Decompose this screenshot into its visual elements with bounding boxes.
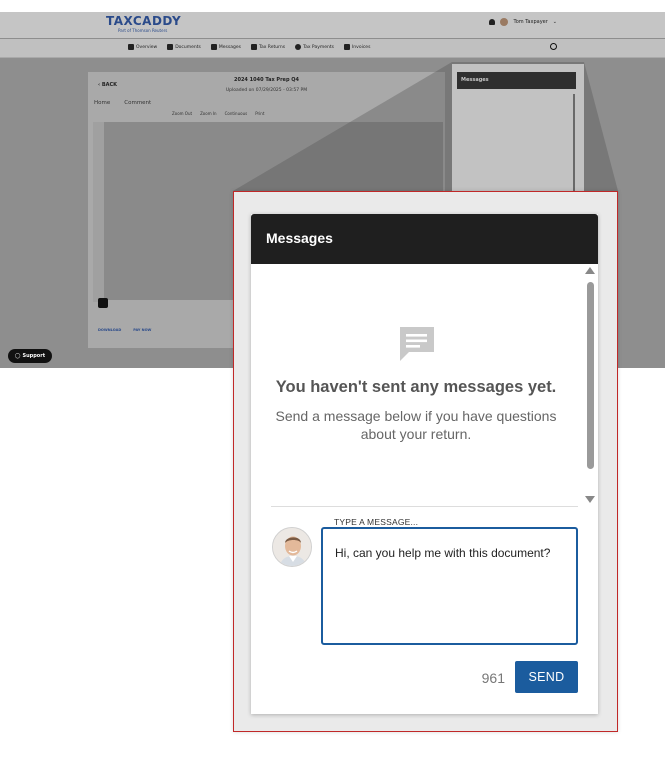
- taxcaddy-logo[interactable]: TAXCADDY Part of Thomson Reuters: [106, 14, 182, 34]
- continuous-button[interactable]: Continuous: [225, 111, 248, 119]
- nav-label: Tax Returns: [258, 44, 286, 50]
- document-title: 2024 1040 Tax Prep Q4: [234, 77, 299, 83]
- dollar-icon: [295, 44, 302, 50]
- zoom-callout: Messages You haven't sent any messages y…: [233, 191, 618, 732]
- scroll-down-arrow-icon[interactable]: [585, 496, 595, 503]
- chat-bubble-icon: ◯: [14, 353, 21, 359]
- nav-label: Overview: [136, 44, 158, 50]
- messages-panel-preview-title: Messages: [457, 72, 576, 89]
- print-button[interactable]: Print: [255, 111, 264, 119]
- user-avatar: [500, 18, 509, 26]
- documents-icon: [167, 44, 174, 50]
- chevron-down-icon: ⌄: [552, 19, 557, 25]
- support-label: Support: [22, 353, 46, 359]
- message-scrollbar[interactable]: [586, 280, 595, 489]
- messages-title: Messages: [266, 230, 333, 246]
- messages-icon: [210, 44, 217, 50]
- invoices-icon: [343, 44, 350, 50]
- message-input-label: TYPE A MESSAGE...: [330, 517, 423, 527]
- empty-state-subtitle: Send a message below if you have questio…: [275, 408, 557, 442]
- nav-label: Documents: [175, 44, 201, 50]
- pay-now-button[interactable]: PAY NOW: [133, 328, 151, 332]
- divider: [271, 506, 578, 507]
- nav-tax-returns[interactable]: Tax Returns: [250, 44, 286, 50]
- tax-returns-icon: [250, 44, 257, 50]
- message-input-box[interactable]: Hi, can you help me with this document?: [321, 527, 578, 645]
- nav-invoices[interactable]: Invoices: [343, 44, 371, 50]
- nav-label: Messages: [218, 44, 241, 50]
- nav-overview[interactable]: Overview: [128, 44, 157, 50]
- document-actions: DOWNLOAD PAY NOW: [98, 328, 151, 332]
- main-nav: Overview Documents Messages Tax Returns …: [0, 39, 665, 58]
- home-icon: [128, 44, 134, 50]
- brand-subtitle: Part of Thomson Reuters: [118, 28, 168, 33]
- scrollbar-thumb[interactable]: [587, 282, 594, 469]
- fullscreen-icon[interactable]: [98, 298, 108, 308]
- top-bar: TAXCADDY Part of Thomson Reuters Tom Tax…: [0, 12, 665, 38]
- document-upload-date: Uploaded on 07/29/2025 - 03:57 PM: [225, 88, 308, 93]
- messages-panel: Messages You haven't sent any messages y…: [251, 214, 598, 714]
- nav-label: Tax Payments: [303, 44, 334, 50]
- support-button[interactable]: ◯ Support: [8, 349, 52, 363]
- bell-icon[interactable]: [489, 19, 496, 25]
- messages-panel-preview-scrollbar: [573, 94, 575, 192]
- user-menu[interactable]: Tom Taxpayer ⌄: [489, 18, 557, 26]
- brand-name: TAXCADDY: [106, 14, 182, 28]
- scroll-up-arrow-icon[interactable]: [585, 267, 595, 274]
- viewer-tabs: Home Comment: [94, 100, 151, 106]
- user-photo: [273, 528, 311, 566]
- search-icon[interactable]: [550, 43, 557, 50]
- viewer-sidebar: [93, 122, 104, 302]
- user-name: Tom Taxpayer: [513, 19, 548, 25]
- user-avatar: [272, 527, 312, 567]
- empty-state-title: You haven't sent any messages yet.: [275, 378, 557, 396]
- nav-documents[interactable]: Documents: [167, 44, 201, 50]
- chat-icon: [400, 327, 434, 361]
- send-button[interactable]: SEND: [515, 661, 578, 693]
- nav-label: Invoices: [351, 44, 371, 50]
- nav-tax-payments[interactable]: Tax Payments: [295, 44, 334, 50]
- viewer-toolbar: Zoom Out Zoom In Continuous Print: [92, 111, 441, 119]
- tab-comment[interactable]: Comment: [124, 100, 151, 106]
- character-count: 961: [481, 670, 505, 686]
- tab-home[interactable]: Home: [94, 100, 110, 106]
- zoom-out-button[interactable]: Zoom Out: [172, 111, 192, 119]
- messages-header: Messages: [251, 214, 598, 264]
- download-button[interactable]: DOWNLOAD: [98, 328, 121, 332]
- message-input[interactable]: Hi, can you help me with this document?: [335, 546, 565, 586]
- zoom-in-button[interactable]: Zoom In: [200, 111, 217, 119]
- messages-panel-preview: Messages: [452, 64, 584, 194]
- nav-messages[interactable]: Messages: [210, 44, 241, 50]
